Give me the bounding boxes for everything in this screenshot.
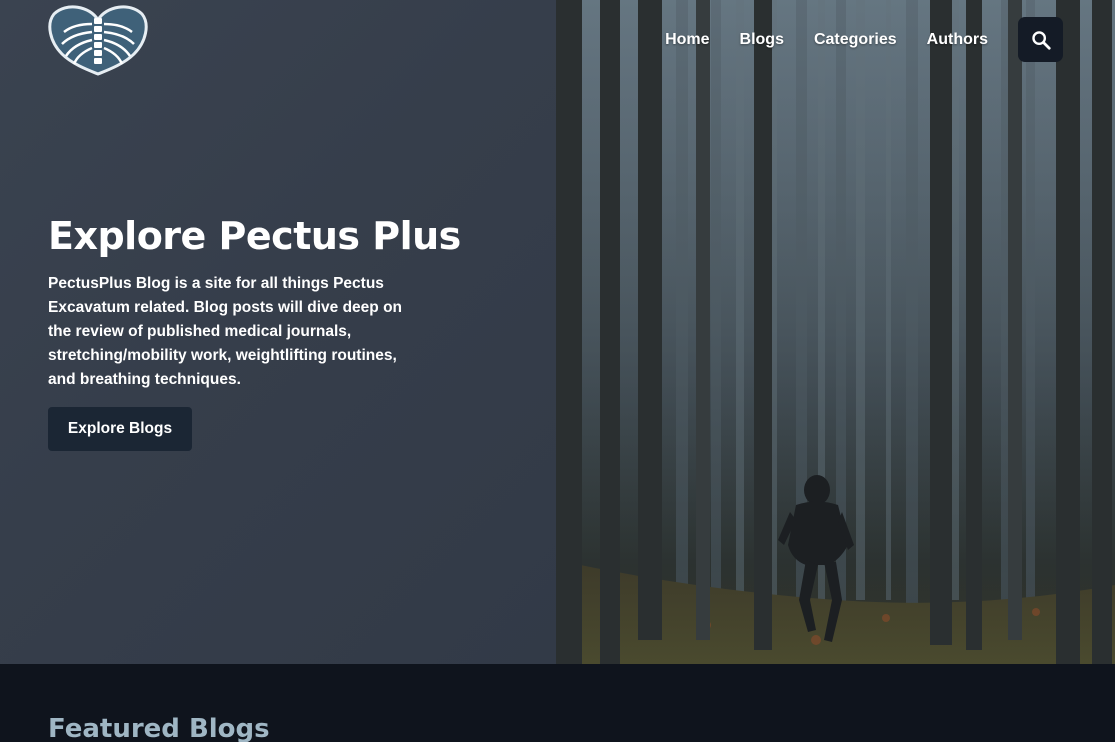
nav-link-blogs[interactable]: Blogs (740, 17, 784, 62)
forest-illustration (556, 0, 1115, 664)
search-button[interactable] (1018, 17, 1063, 62)
hero-forest-image (556, 0, 1115, 664)
hero-description: PectusPlus Blog is a site for all things… (48, 275, 403, 388)
main-nav: Home Blogs Categories Authors (665, 17, 1063, 62)
nav-link-home[interactable]: Home (665, 17, 709, 62)
hero-section: Home Blogs Categories Authors Explore Pe… (0, 0, 1115, 664)
nav-link-categories[interactable]: Categories (814, 17, 897, 62)
search-icon (1031, 30, 1051, 50)
featured-blogs-heading: Featured Blogs (48, 714, 270, 742)
hero-title: Explore Pectus Plus (48, 214, 461, 258)
explore-blogs-button[interactable]: Explore Blogs (48, 407, 192, 451)
nav-link-authors[interactable]: Authors (927, 17, 988, 62)
ribcage-heart-logo[interactable] (48, 4, 148, 76)
